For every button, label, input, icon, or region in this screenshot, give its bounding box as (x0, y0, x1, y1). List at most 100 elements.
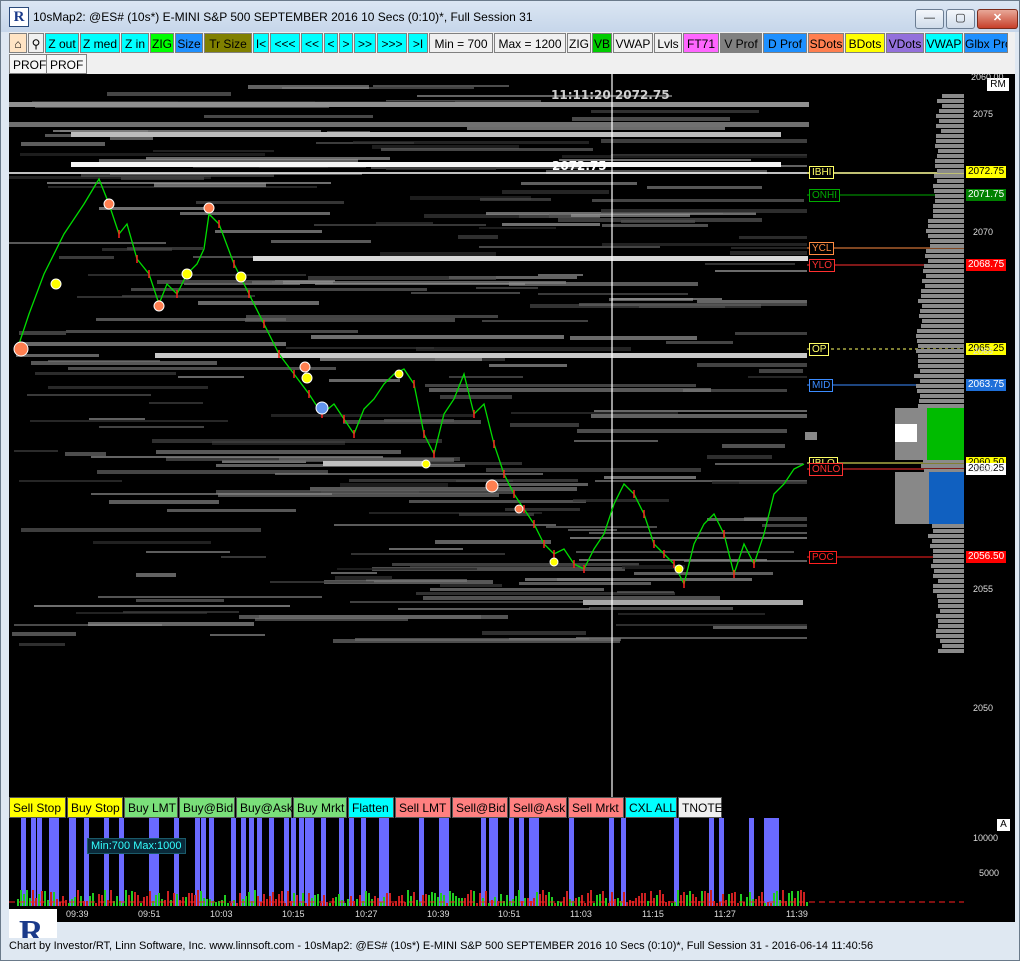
tools-icon[interactable]: ⚲ (28, 33, 44, 53)
toolbar-button-sdots[interactable]: SDots (808, 33, 844, 53)
liquidity-band (24, 342, 286, 346)
volume-bar (485, 891, 487, 906)
toolbar-button-vb[interactable]: VB (592, 33, 612, 53)
toolbar-button-min-700[interactable]: Min = 700 (429, 33, 493, 53)
trade-button-buy-ask[interactable]: Buy@Ask (236, 797, 293, 818)
volume-spike-bar (291, 818, 296, 906)
volume-bar (596, 895, 598, 906)
toolbar-button-[interactable]: >> (354, 33, 376, 53)
liquidity-band (482, 320, 588, 322)
price-tick: 2050 (973, 703, 994, 713)
liquidity-band (31, 361, 217, 365)
toolbar-button-vdots[interactable]: VDots (886, 33, 924, 53)
trade-button-flatten[interactable]: Flatten (348, 797, 394, 818)
liquidity-band (735, 332, 807, 335)
liquidity-band (53, 130, 321, 132)
toolbar-button-vwap[interactable]: VWAP (925, 33, 963, 53)
toolbar-button-z-in[interactable]: Z in (121, 33, 149, 53)
volume-bar (644, 893, 646, 906)
toolbar-button-[interactable]: < (324, 33, 338, 53)
trade-button-tnote[interactable]: TNOTE (678, 797, 723, 818)
trade-button-buy-bid[interactable]: Buy@Bid (179, 797, 235, 818)
toolbar-button-bdots[interactable]: BDots (845, 33, 885, 53)
liquidity-band (577, 429, 787, 433)
toolbar-button-zig[interactable]: ZIG (150, 33, 174, 53)
price-chart[interactable]: 11:11:20 2072.75 2072.75 RM IBHI 2072.75 O… (9, 74, 1015, 818)
liquidity-band (423, 596, 720, 600)
trade-button-sell-bid[interactable]: Sell@Bid (452, 797, 508, 818)
trade-button-cxl-all[interactable]: CXL ALL (625, 797, 677, 818)
toolbar-button-z-out[interactable]: Z out (45, 33, 79, 53)
tab-prof-1[interactable]: PROF (9, 54, 51, 74)
time-tick: 09:39 (66, 909, 89, 919)
volume-bar (734, 892, 736, 906)
value-area-highlight (895, 424, 917, 442)
volume-bar (278, 894, 280, 906)
volume-spike-bar (154, 818, 159, 906)
liquidity-band (589, 607, 733, 610)
minimize-button[interactable]: — (915, 9, 944, 29)
toolbar-button-[interactable]: << (301, 33, 323, 53)
home-icon[interactable]: ⌂ (9, 33, 27, 53)
volume-profile-bar (917, 329, 964, 333)
volume-bar (137, 895, 139, 906)
toolbar-button-v-prof[interactable]: V Prof (720, 33, 762, 53)
liquidity-band (476, 287, 538, 289)
volume-a-button[interactable]: A (997, 819, 1010, 831)
volume-spike-bar (349, 818, 354, 906)
toolbar-button-zig[interactable]: ZIG (567, 33, 591, 53)
liquidity-band (180, 212, 330, 215)
trade-dot (485, 479, 499, 493)
volume-bar (56, 899, 58, 906)
volume-bar (800, 890, 802, 906)
volume-profile-bar (933, 554, 964, 558)
volume-bar (260, 902, 262, 906)
toolbar-button-[interactable]: <<< (270, 33, 300, 53)
volume-bar (35, 898, 37, 906)
volume-spike-bar (209, 818, 214, 906)
volume-bar (749, 892, 751, 906)
toolbar-button-[interactable]: > (339, 33, 353, 53)
level-label-mid: MID (809, 379, 834, 392)
toolbar-button-i[interactable]: I< (253, 33, 269, 53)
toolbar-button-z-med[interactable]: Z med (80, 33, 120, 53)
liquidity-band (502, 223, 600, 226)
toolbar-button-vwap[interactable]: VWAP (613, 33, 653, 53)
liquidity-band (489, 364, 567, 367)
volume-bar (188, 893, 190, 906)
volume-bar (788, 893, 790, 906)
liquidity-band (572, 117, 730, 121)
toolbar-button-tr-size[interactable]: Tr Size (204, 33, 252, 53)
volume-bar (803, 892, 805, 906)
tab-prof-2[interactable]: PROF (46, 54, 88, 74)
close-button[interactable]: ✕ (977, 9, 1018, 29)
trade-button-sell-ask[interactable]: Sell@Ask (509, 797, 567, 818)
toolbar-button-[interactable]: >>> (377, 33, 407, 53)
liquidity-band (35, 372, 176, 375)
liquidity-band (14, 450, 58, 452)
volume-spike-bar (384, 818, 389, 906)
trade-button-sell-stop[interactable]: Sell Stop (9, 797, 66, 818)
toolbar-button-max-1200[interactable]: Max = 1200 (494, 33, 566, 53)
volume-profile-bar (930, 244, 964, 248)
liquidity-band (109, 500, 219, 504)
toolbar-button-i[interactable]: >I (408, 33, 428, 53)
trade-button-sell-lmt[interactable]: Sell LMT (395, 797, 451, 818)
toolbar-button-d-prof[interactable]: D Prof (763, 33, 807, 53)
trade-button-buy-stop[interactable]: Buy Stop (67, 797, 123, 818)
liquidity-band-strong (323, 461, 427, 466)
volume-spike-bar (569, 818, 574, 906)
toolbar-button-size[interactable]: Size (175, 33, 203, 53)
volume-pane[interactable]: Min:700 Max:1000 A 10000 5000 09:39 09:51… (9, 818, 1015, 922)
trade-button-buy-lmt[interactable]: Buy LMT (124, 797, 178, 818)
volume-profile-bar (926, 249, 964, 253)
volume-profile-bar (935, 194, 964, 198)
maximize-button[interactable]: ▢ (946, 9, 975, 29)
toolbar-button-lvls[interactable]: Lvls (654, 33, 682, 53)
price-tick: 2060 (973, 464, 994, 474)
trade-button-sell-mrkt[interactable]: Sell Mrkt (568, 797, 624, 818)
toolbar-button-glbx-pro[interactable]: Glbx Pro (964, 33, 1008, 53)
toolbar-button-ft71[interactable]: FT71 (683, 33, 719, 53)
liquidity-band (19, 480, 122, 482)
trade-button-buy-mrkt[interactable]: Buy Mrkt (293, 797, 347, 818)
